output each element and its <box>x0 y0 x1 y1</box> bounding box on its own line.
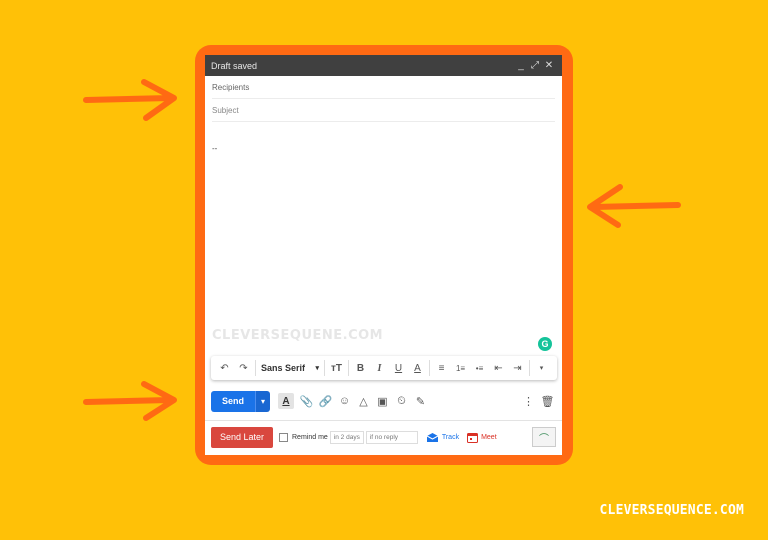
bold-icon[interactable]: B <box>351 358 370 378</box>
font-select[interactable]: Sans Serif ▾ <box>258 358 322 378</box>
italic-icon[interactable]: I <box>370 358 389 378</box>
link-icon[interactable]: 🔗 <box>316 392 335 411</box>
underline-icon[interactable]: U <box>389 358 408 378</box>
more-options-icon[interactable]: ⋮ <box>519 392 538 411</box>
formatting-options-icon[interactable]: A <box>278 393 294 409</box>
track-icon <box>426 432 439 442</box>
send-group: Send ▾ <box>211 390 270 412</box>
arrow-right-middle <box>587 184 681 228</box>
divider <box>324 360 325 376</box>
text-color-icon[interactable]: A <box>408 358 427 378</box>
divider <box>529 360 530 376</box>
arrow-left-bottom <box>83 381 177 421</box>
numbered-list-icon[interactable]: 1≡ <box>451 358 470 378</box>
cleversequence-icon[interactable]: ⌒ <box>532 427 556 447</box>
meet-label: Meet <box>481 433 497 441</box>
bulleted-list-icon[interactable]: •≡ <box>470 358 489 378</box>
font-size-icon[interactable]: ᴛT <box>327 358 346 378</box>
send-later-button[interactable]: Send Later <box>211 426 273 448</box>
message-body[interactable]: -- CLEVERSEQUENE.COM G <box>212 122 555 357</box>
minimize-icon[interactable]: _ <box>514 60 528 71</box>
divider <box>429 360 430 376</box>
expand-icon[interactable]: ⤢ <box>528 60 542 71</box>
attach-icon[interactable]: 📎 <box>297 392 316 411</box>
remind-condition-select[interactable]: if no reply <box>365 430 418 444</box>
align-icon[interactable]: ≡ <box>432 358 451 378</box>
delete-icon[interactable]: 🗑 <box>538 392 557 411</box>
compose-titlebar[interactable]: Draft saved _ ⤢ ✕ <box>205 55 562 76</box>
compose-actions: Send ▾ A 📎 🔗 ☺ △ ▣ ⏲ ✎ ⋮ 🗑 <box>211 390 557 412</box>
remind-me-checkbox[interactable] <box>279 432 288 442</box>
remind-me-label: Remind me <box>292 433 328 441</box>
subject-field[interactable]: Subject <box>212 99 555 122</box>
send-options-icon[interactable]: ▾ <box>255 390 270 412</box>
font-name: Sans Serif <box>261 363 306 373</box>
photo-icon[interactable]: ▣ <box>373 392 392 411</box>
remind-me-option: Remind me in 2 days if no reply <box>279 430 418 444</box>
arrow-left-top <box>83 79 177 121</box>
drive-icon[interactable]: △ <box>354 392 373 411</box>
undo-icon[interactable]: ↶ <box>215 358 234 378</box>
track-button[interactable]: Track <box>426 432 459 443</box>
more-formatting-icon[interactable]: ▾ <box>532 358 551 378</box>
signature-icon[interactable]: ✎ <box>411 392 430 411</box>
signature-text: -- <box>212 144 218 153</box>
indent-more-icon[interactable]: ⇥ <box>508 358 527 378</box>
formatting-toolbar: ↶ ↷ Sans Serif ▾ ᴛT B I U A ≡ 1≡ •≡ ⇤ ⇥ … <box>211 356 557 380</box>
extension-bar: Send Later Remind me in 2 days if no rep… <box>205 420 562 453</box>
compose-title: Draft saved <box>211 60 258 71</box>
divider <box>255 360 256 376</box>
remind-days-select[interactable]: in 2 days <box>329 430 364 444</box>
indent-less-icon[interactable]: ⇤ <box>489 358 508 378</box>
recipients-field[interactable]: Recipients <box>212 76 555 99</box>
emoji-icon[interactable]: ☺ <box>335 392 354 411</box>
close-icon[interactable]: ✕ <box>542 60 556 71</box>
divider <box>348 360 349 376</box>
chevron-down-icon: ▾ <box>315 365 319 372</box>
meet-button[interactable]: Meet <box>467 432 497 443</box>
watermark-text: CLEVERSEQUENE.COM <box>212 328 384 343</box>
confidential-icon[interactable]: ⏲ <box>392 392 411 411</box>
grammarly-icon[interactable]: G <box>538 337 552 351</box>
track-label: Track <box>441 433 460 441</box>
redo-icon[interactable]: ↷ <box>234 358 253 378</box>
site-watermark: CLEVERSEQUENCE.COM <box>599 503 744 518</box>
send-button[interactable]: Send <box>211 390 255 412</box>
calendar-icon <box>467 432 479 443</box>
